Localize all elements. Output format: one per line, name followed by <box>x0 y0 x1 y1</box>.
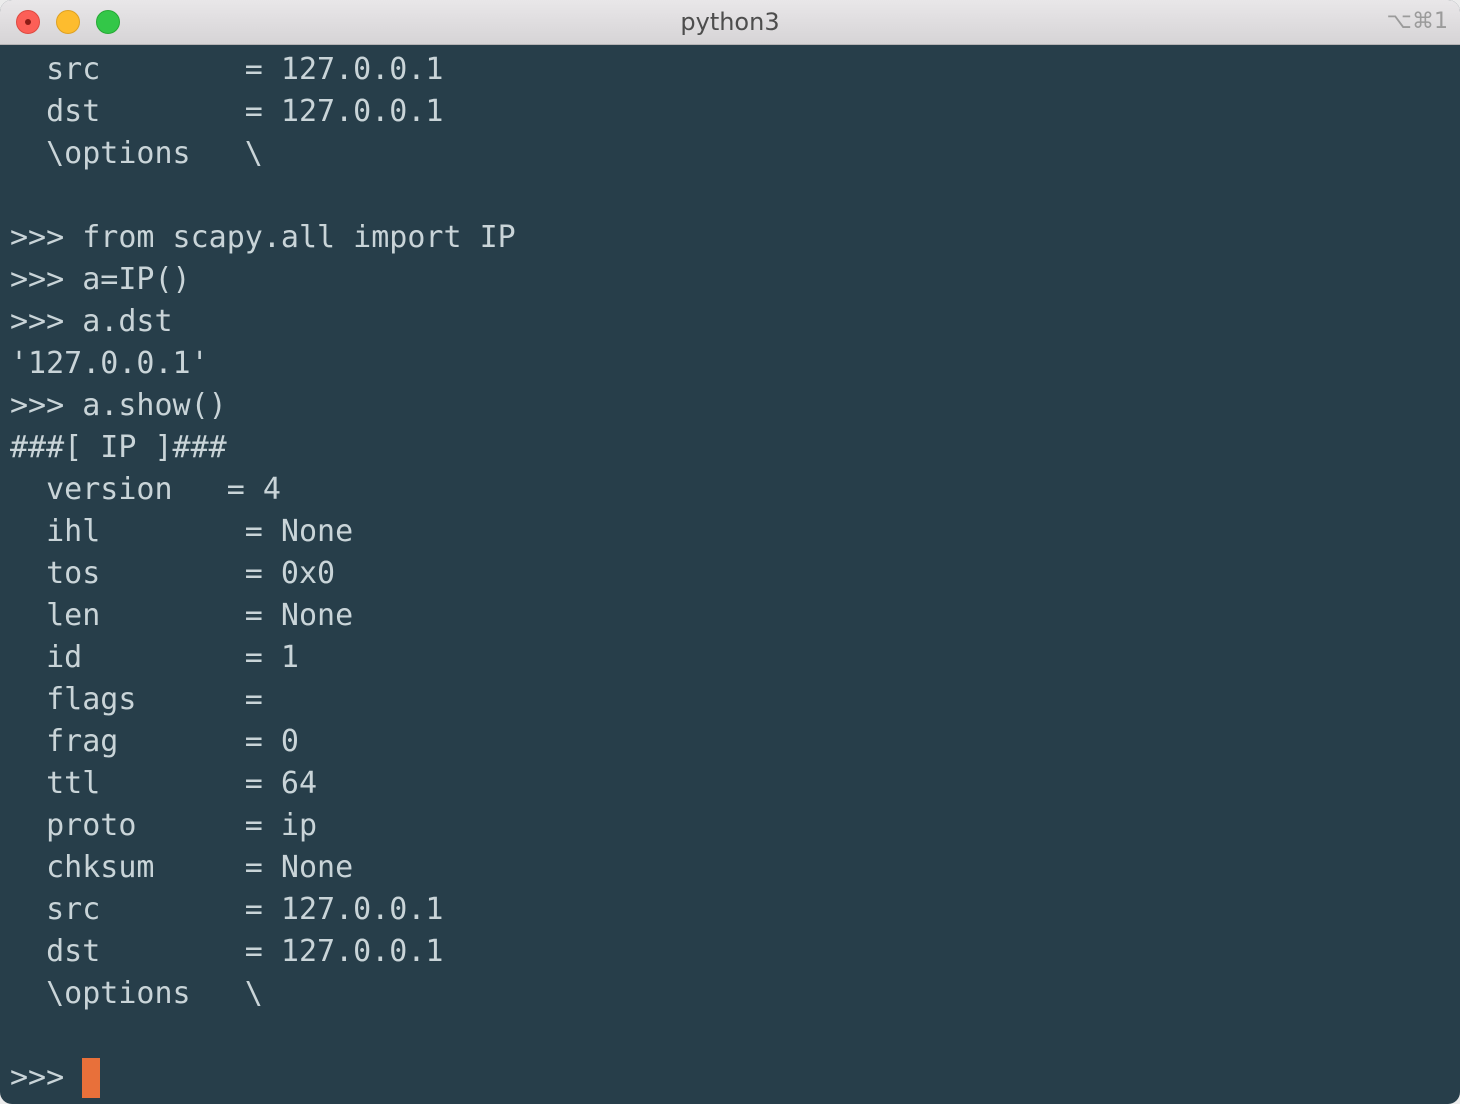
terminal-line: id = 1 <box>10 640 299 675</box>
terminal-window: python3 ⌥⌘1 src = 127.0.0.1 dst = 127.0.… <box>0 0 1460 1104</box>
terminal-line: dst = 127.0.0.1 <box>10 934 444 969</box>
terminal-line: tos = 0x0 <box>10 556 336 591</box>
terminal-line: ttl = 64 <box>10 766 318 801</box>
prompt: >>> <box>10 1060 83 1095</box>
terminal-line: proto = ip <box>10 808 318 843</box>
terminal-line: src = 127.0.0.1 <box>10 52 444 87</box>
terminal-line: '127.0.0.1' <box>10 346 209 381</box>
terminal-line: >>> a.dst <box>10 304 173 339</box>
terminal-line: >>> a=IP() <box>10 262 191 297</box>
terminal-line: ###[ IP ]### <box>10 430 227 465</box>
terminal-line: frag = 0 <box>10 724 299 759</box>
terminal-line: ihl = None <box>10 514 354 549</box>
terminal-output[interactable]: src = 127.0.0.1 dst = 127.0.0.1 \options… <box>0 50 1460 1104</box>
text-cursor <box>82 1058 101 1098</box>
terminal-line: \options \ <box>10 976 263 1011</box>
active-prompt-line[interactable]: >>> <box>10 1058 101 1098</box>
window-title: python3 <box>680 8 780 36</box>
terminal-line: dst = 127.0.0.1 <box>10 94 444 129</box>
terminal-line: chksum = None <box>10 850 354 885</box>
terminal-line: len = None <box>10 598 354 633</box>
terminal-line: version = 4 <box>10 472 281 507</box>
terminal-line: >>> from scapy.all import IP <box>10 220 516 255</box>
terminal-line: src = 127.0.0.1 <box>10 892 444 927</box>
terminal-line: \options \ <box>10 136 263 171</box>
window-shortcut: ⌥⌘1 <box>1386 9 1448 34</box>
terminal-line: >>> a.show() <box>10 388 227 423</box>
terminal-line: flags = <box>10 682 263 717</box>
title-bar: python3 ⌥⌘1 <box>0 0 1460 45</box>
